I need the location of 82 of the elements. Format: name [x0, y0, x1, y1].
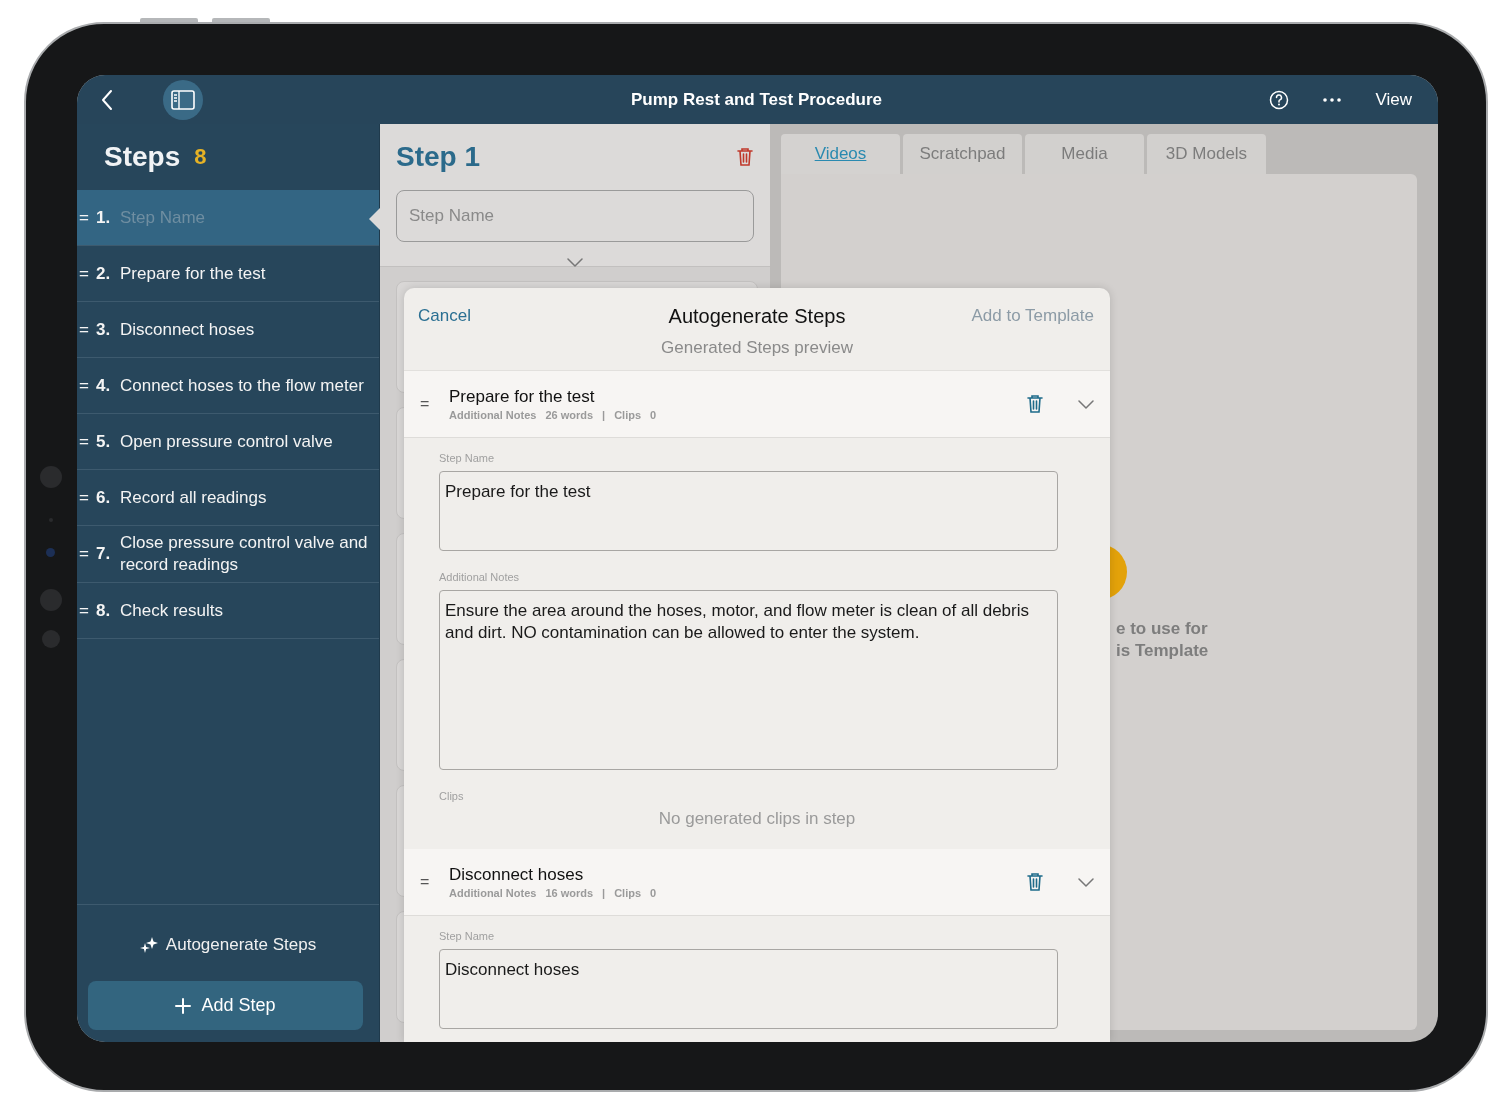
field-label: Step Name — [439, 930, 496, 942]
step-name: Record all readings — [120, 486, 268, 509]
clips-label: Clips — [614, 887, 642, 899]
separator-text: | — [602, 887, 606, 899]
clip-count: 0 — [650, 409, 657, 421]
step-name: Prepare for the test — [120, 262, 267, 285]
step-name: Prepare for the test — [449, 387, 596, 407]
view-button[interactable]: View — [1375, 89, 1412, 110]
drag-handle[interactable]: = — [79, 375, 96, 396]
chevron-down-icon[interactable] — [567, 258, 583, 267]
help-icon[interactable] — [1269, 89, 1290, 110]
clips-label: Clips — [614, 409, 642, 421]
step-number: 1. — [96, 207, 112, 228]
field-label: Additional Notes — [439, 571, 521, 583]
generated-step-row[interactable]: = Prepare for the test Additional Notes 26 words | Clips 0 — [404, 371, 1110, 438]
drag-handle[interactable]: = — [79, 600, 96, 621]
notes-label: Additional Notes — [449, 887, 537, 899]
drag-handle[interactable]: = — [79, 263, 96, 284]
step-count: 8 — [194, 144, 207, 170]
step-list-item[interactable]: = 4. Connect hoses to the flow meter — [77, 358, 379, 414]
step-list-item[interactable]: = 1. Step Name — [77, 190, 379, 246]
trash-icon[interactable] — [736, 147, 754, 167]
step-number: 7. — [96, 544, 112, 564]
step-list-item[interactable]: = 7. Close pressure control valve and record readings — [77, 526, 379, 583]
field-label: Step Name — [439, 452, 496, 464]
step-list-item[interactable]: = 2. Prepare for the test — [77, 246, 379, 302]
sparkle-icon — [139, 937, 158, 953]
back-icon[interactable] — [101, 88, 113, 111]
dialog-subtitle: Generated Steps preview — [661, 338, 853, 358]
drag-handle[interactable]: = — [79, 319, 96, 340]
step-list-item[interactable]: = 5. Open pressure control valve — [77, 414, 379, 470]
clip-count: 0 — [650, 887, 657, 899]
sidebar-icon — [171, 89, 195, 110]
step-number: 6. — [96, 487, 112, 508]
hint-text: is Template — [1116, 640, 1209, 662]
hint-text: e to use for — [1116, 618, 1209, 640]
sidebar-title: Steps — [104, 141, 181, 173]
step-name: Close pressure control valve and record readings — [120, 532, 369, 576]
drag-handle[interactable]: = — [79, 544, 96, 564]
step-name-placeholder: Step Name — [120, 206, 207, 229]
sensor-dot — [46, 548, 55, 557]
step-name-field[interactable]: Prepare for the test — [439, 471, 1058, 551]
trash-icon[interactable] — [1026, 394, 1044, 414]
more-icon[interactable] — [1323, 97, 1342, 102]
plus-icon — [175, 997, 192, 1014]
word-count: 26 words — [545, 409, 594, 421]
step-number: 5. — [96, 431, 112, 452]
window-title: Pump Rest and Test Procedure — [630, 89, 883, 110]
trash-icon[interactable] — [1026, 872, 1044, 892]
drag-handle[interactable]: = — [79, 431, 96, 452]
drag-handle[interactable]: = — [79, 207, 96, 228]
step-number: 2. — [96, 263, 112, 284]
step-name: Disconnect hoses — [120, 318, 256, 341]
drag-handle[interactable]: = — [79, 487, 96, 508]
autogenerate-button[interactable]: Autogenerate Steps — [133, 929, 323, 961]
notes-label: Additional Notes — [449, 409, 537, 421]
notes-field[interactable]: Ensure the area around the hoses, motor, and flow meter is clean of all debris and dirt. NO contamination can be allowed to enter the system. — [439, 590, 1058, 770]
step-title: Step 1 — [396, 141, 481, 173]
dialog-title: Autogenerate Steps — [668, 304, 846, 328]
step-name: Check results — [120, 599, 224, 622]
step-name: Connect hoses to the flow meter — [120, 374, 365, 397]
cancel-button[interactable]: Cancel — [418, 306, 471, 326]
field-label: Clips — [439, 790, 465, 802]
chevron-down-icon[interactable] — [1078, 399, 1094, 409]
step-list-item[interactable]: = 6. Record all readings — [77, 470, 379, 526]
step-list-item[interactable]: = 3. Disconnect hoses — [77, 302, 379, 358]
word-count: 16 words — [545, 887, 594, 899]
sidebar-toggle-button[interactable] — [163, 79, 203, 120]
step-number: 3. — [96, 319, 112, 340]
drag-handle[interactable]: = — [420, 873, 449, 891]
drag-handle[interactable]: = — [420, 395, 449, 413]
separator-text: | — [602, 409, 606, 421]
empty-message: No generated clips in step — [657, 809, 857, 829]
step-name: Disconnect hoses — [449, 865, 585, 885]
chevron-down-icon[interactable] — [1078, 877, 1094, 887]
step-number: 4. — [96, 375, 112, 396]
step-name-field[interactable]: Disconnect hoses — [439, 949, 1058, 1029]
generated-step-row[interactable]: = Disconnect hoses Additional Notes 16 words | Clips 0 — [404, 849, 1110, 916]
add-step-button[interactable]: Add Step — [88, 981, 363, 1030]
step-name: Open pressure control valve — [120, 430, 334, 453]
step-number: 8. — [96, 600, 112, 621]
step-list-item[interactable]: = 8. Check results — [77, 583, 379, 639]
